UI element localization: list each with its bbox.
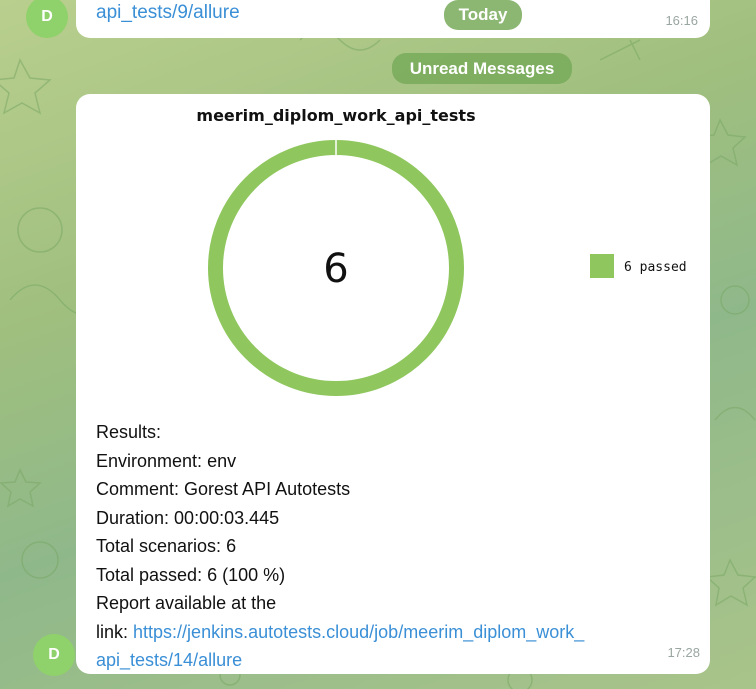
- date-separator-pill: Today: [444, 0, 522, 30]
- result-field: Environment: env: [96, 447, 696, 476]
- message-bubble-report: meerim_diplom_work_api_tests 6 6 passed R…: [76, 94, 710, 674]
- result-field-label: Comment:: [96, 479, 180, 499]
- chart-title: meerim_diplom_work_api_tests: [196, 106, 475, 125]
- allure-report-chart[interactable]: meerim_diplom_work_api_tests 6 6 passed: [76, 94, 710, 414]
- date-label: Today: [458, 5, 508, 24]
- link-label: link:: [96, 621, 129, 642]
- result-field-value: 00:00:03.445: [169, 507, 280, 528]
- avatar-letter: D: [48, 646, 60, 663]
- result-field: Duration: 00:00:03.445: [96, 504, 696, 533]
- result-field-value: env: [202, 450, 237, 471]
- result-field: Total passed: 6 (100 %): [96, 561, 696, 590]
- avatar-letter: D: [41, 8, 53, 25]
- result-field: Total scenarios: 6: [96, 532, 696, 561]
- message-time: 17:28: [667, 645, 700, 660]
- legend-label: 6 passed: [624, 260, 687, 275]
- legend-swatch: [590, 254, 614, 278]
- result-field-label: Total passed:: [96, 564, 203, 585]
- result-field-label: Total scenarios:: [96, 536, 222, 556]
- result-field-value: 6 (100 %): [202, 564, 286, 585]
- result-field: Comment: Gorest API Autotests: [96, 475, 696, 504]
- message-link[interactable]: api_tests/9/allure: [96, 2, 240, 24]
- sender-avatar[interactable]: D: [33, 634, 75, 676]
- result-field-label: Environment:: [96, 450, 203, 471]
- result-field-value: Gorest API Autotests: [179, 479, 351, 499]
- results-heading: Results:: [96, 422, 162, 442]
- chart-center-label: 6: [323, 246, 348, 292]
- report-line: Report available at the: [96, 593, 277, 613]
- report-link-continued[interactable]: api_tests/14/allure: [96, 650, 242, 670]
- report-link[interactable]: https://jenkins.autotests.cloud/job/meer…: [133, 622, 584, 642]
- result-field-label: Duration:: [96, 507, 170, 528]
- unread-label: Unread Messages: [409, 58, 555, 78]
- message-time: 16:16: [665, 13, 698, 28]
- result-field-value: 6: [221, 536, 237, 556]
- unread-messages-pill: Unread Messages: [392, 53, 572, 84]
- results-text: Results: Environment: env Comment: Gorest…: [96, 418, 696, 675]
- message-bubble-previous: api_tests/9/allure 16:16: [76, 0, 710, 38]
